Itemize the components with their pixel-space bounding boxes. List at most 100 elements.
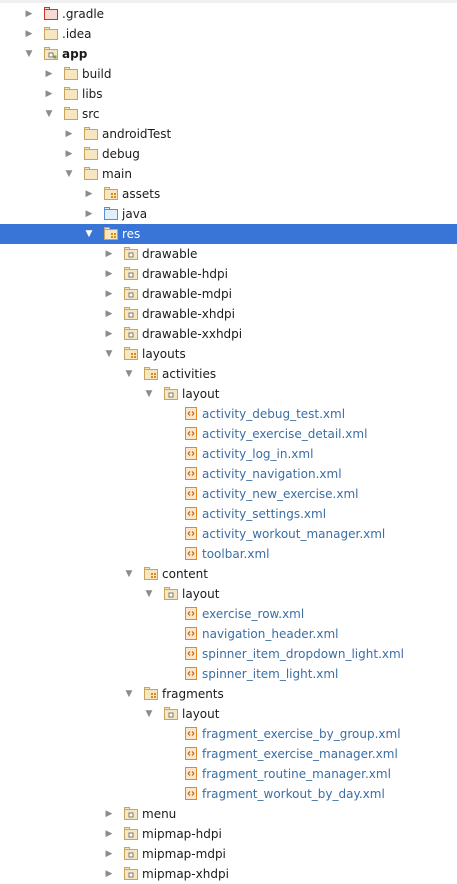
xml-file-icon [184,747,198,760]
tree-item-label: toolbar.xml [202,547,270,561]
tree-item-label: spinner_item_light.xml [202,667,339,681]
collapse-arrow-icon[interactable]: ▶ [64,147,74,161]
tree-item-label: src [82,107,100,121]
tree-item-label: java [122,207,148,221]
package-folder-icon [124,867,138,880]
tree-folder-row[interactable]: ▶ java [0,204,457,224]
collapse-arrow-icon[interactable]: ▶ [104,287,114,301]
tree-folder-row[interactable]: ▼ app [0,44,457,64]
collapse-arrow-icon[interactable]: ▶ [84,207,94,221]
tree-item-label: app [62,47,88,61]
collapse-arrow-icon[interactable]: ▶ [24,7,34,21]
collapse-arrow-icon[interactable]: ▶ [24,27,34,41]
expand-arrow-icon[interactable]: ▼ [124,567,134,581]
resource-folder-icon [144,367,158,380]
xml-file-icon [184,607,198,620]
collapse-arrow-icon[interactable]: ▶ [44,87,54,101]
tree-folder-row[interactable]: ▶ menu [0,804,457,824]
collapse-arrow-icon[interactable]: ▶ [104,327,114,341]
tree-file-row[interactable]: activity_log_in.xml [0,444,457,464]
tree-folder-row[interactable]: ▶ drawable [0,244,457,264]
top-edge [0,0,457,3]
tree-file-row[interactable]: activity_debug_test.xml [0,404,457,424]
tree-folder-row[interactable]: ▼ layout [0,704,457,724]
tree-folder-row[interactable]: ▶ build [0,64,457,84]
tree-file-row[interactable]: activity_navigation.xml [0,464,457,484]
collapse-arrow-icon[interactable]: ▶ [104,267,114,281]
tree-folder-row[interactable]: ▼ res [0,224,457,244]
collapse-arrow-icon[interactable]: ▶ [104,307,114,321]
tree-folder-row[interactable]: ▶ drawable-xhdpi [0,304,457,324]
tree-folder-row[interactable]: ▶ androidTest [0,124,457,144]
expand-arrow-icon[interactable]: ▼ [144,587,154,601]
tree-file-row[interactable]: activity_settings.xml [0,504,457,524]
collapse-arrow-icon[interactable]: ▶ [104,867,114,881]
collapse-arrow-icon[interactable]: ▶ [44,67,54,81]
collapse-arrow-icon[interactable]: ▶ [64,127,74,141]
tree-folder-row[interactable]: ▶ .idea [0,24,457,44]
collapse-arrow-icon[interactable]: ▶ [84,187,94,201]
package-folder-icon [124,287,138,300]
tree-folder-row[interactable]: ▼ layout [0,384,457,404]
tree-file-row[interactable]: fragment_exercise_by_group.xml [0,724,457,744]
tree-file-row[interactable]: fragment_workout_by_day.xml [0,784,457,804]
tree-file-row[interactable]: fragment_exercise_manager.xml [0,744,457,764]
tree-file-row[interactable]: navigation_header.xml [0,624,457,644]
tree-folder-row[interactable]: ▶ mipmap-xhdpi [0,864,457,884]
tree-folder-row[interactable]: ▶ assets [0,184,457,204]
tree-folder-row[interactable]: ▶ drawable-hdpi [0,264,457,284]
tree-item-label: fragment_exercise_manager.xml [202,747,398,761]
tree-folder-row[interactable]: ▼ main [0,164,457,184]
expand-arrow-icon[interactable]: ▼ [64,167,74,181]
tree-file-row[interactable]: fragment_routine_manager.xml [0,764,457,784]
tree-folder-row[interactable]: ▼ fragments [0,684,457,704]
tree-folder-row[interactable]: ▼ content [0,564,457,584]
tree-file-row[interactable]: spinner_item_light.xml [0,664,457,684]
tree-file-row[interactable]: activity_workout_manager.xml [0,524,457,544]
expand-arrow-icon[interactable]: ▼ [104,347,114,361]
resource-folder-icon [144,687,158,700]
tree-item-label: drawable-xhdpi [142,307,236,321]
tree-folder-row[interactable]: ▼ src [0,104,457,124]
tree-folder-row[interactable]: ▶ mipmap-hdpi [0,824,457,844]
tree-folder-row[interactable]: ▼ layouts [0,344,457,364]
resource-folder-icon [144,567,158,580]
collapse-arrow-icon[interactable]: ▶ [104,247,114,261]
tree-folder-row[interactable]: ▶ .gradle [0,4,457,24]
tree-item-label: fragments [162,687,224,701]
xml-file-icon [184,727,198,740]
tree-folder-row[interactable]: ▶ drawable-xxhdpi [0,324,457,344]
collapse-arrow-icon[interactable]: ▶ [104,827,114,841]
tree-item-label: build [82,67,112,81]
tree-file-row[interactable]: activity_new_exercise.xml [0,484,457,504]
tree-folder-row[interactable]: ▶ mipmap-mdpi [0,844,457,864]
package-folder-icon [124,827,138,840]
tree-file-row[interactable]: spinner_item_dropdown_light.xml [0,644,457,664]
expand-arrow-icon[interactable]: ▼ [24,47,34,61]
xml-file-icon [184,407,198,420]
tree-file-row[interactable]: activity_exercise_detail.xml [0,424,457,444]
collapse-arrow-icon[interactable]: ▶ [104,807,114,821]
expand-arrow-icon[interactable]: ▼ [144,387,154,401]
tree-item-label: content [162,567,208,581]
xml-file-icon [184,787,198,800]
expand-arrow-icon[interactable]: ▼ [84,227,94,241]
tree-folder-row[interactable]: ▶ debug [0,144,457,164]
tree-folder-row[interactable]: ▼ activities [0,364,457,384]
tree-item-label: layout [182,387,220,401]
tree-item-label: layout [182,587,220,601]
tree-folder-row[interactable]: ▶ libs [0,84,457,104]
expand-arrow-icon[interactable]: ▼ [144,707,154,721]
tree-item-label: activity_exercise_detail.xml [202,427,368,441]
resource-folder-icon [104,227,118,240]
expand-arrow-icon[interactable]: ▼ [124,367,134,381]
tree-folder-row[interactable]: ▼ layout [0,584,457,604]
tree-file-row[interactable]: exercise_row.xml [0,604,457,624]
expand-arrow-icon[interactable]: ▼ [44,107,54,121]
collapse-arrow-icon[interactable]: ▶ [104,847,114,861]
tree-folder-row[interactable]: ▶ drawable-mdpi [0,284,457,304]
tree-file-row[interactable]: toolbar.xml [0,544,457,564]
expand-arrow-icon[interactable]: ▼ [124,687,134,701]
package-folder-icon [124,847,138,860]
package-folder-icon [164,387,178,400]
